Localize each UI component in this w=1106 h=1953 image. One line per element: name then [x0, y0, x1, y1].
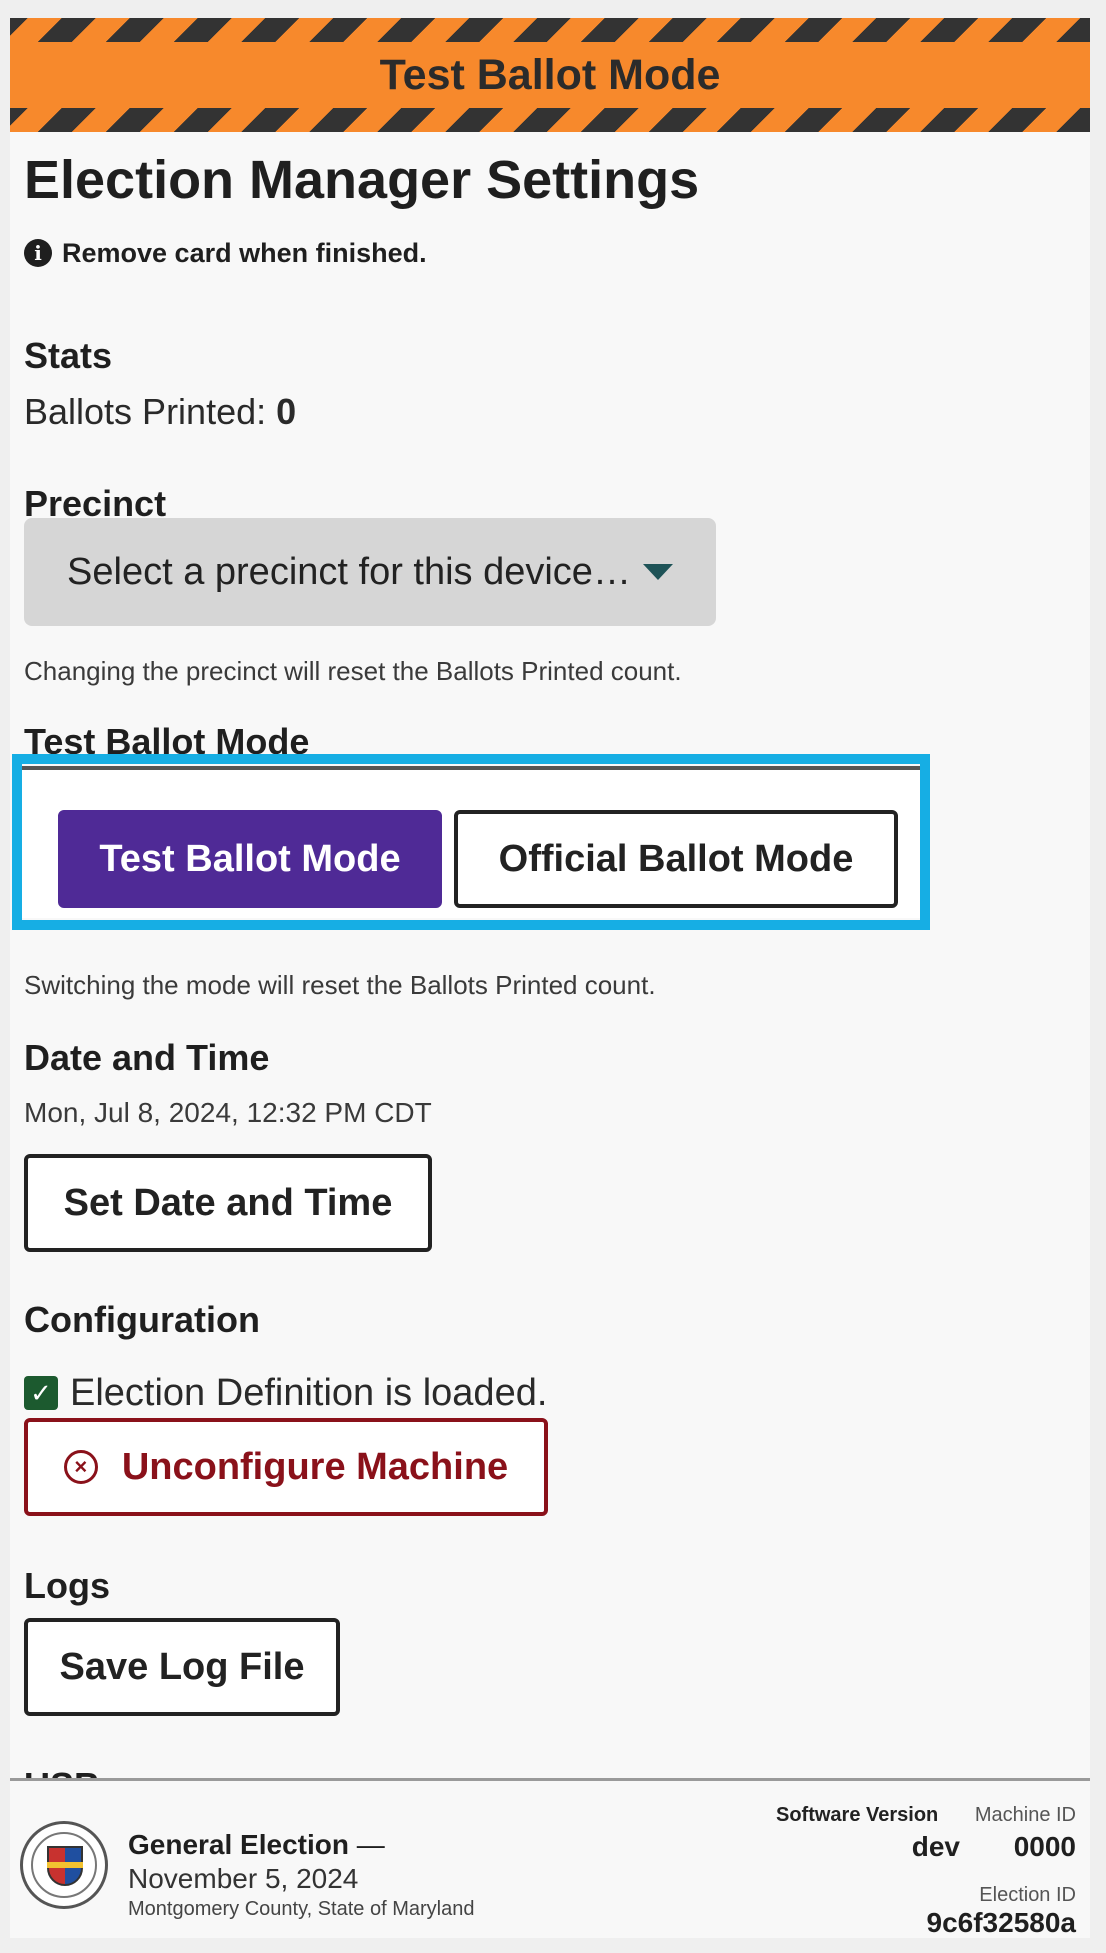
current-datetime: Mon, Jul 8, 2024, 12:32 PM CDT	[24, 1097, 432, 1128]
county-seal-icon	[20, 1821, 108, 1909]
election-info-footer: General Election — November 5, 2024 Mont…	[10, 1778, 1090, 1938]
ballots-printed-label: Ballots Printed:	[24, 391, 267, 432]
machine-id: 0000	[1013, 1831, 1076, 1862]
unconfigure-machine-button[interactable]: × Unconfigure Machine	[24, 1418, 548, 1516]
set-date-time-button[interactable]: Set Date and Time	[24, 1154, 432, 1252]
election-id: 9c6f32580a	[926, 1907, 1076, 1938]
test-ballot-mode-button[interactable]: Test Ballot Mode	[58, 810, 442, 908]
page-title: Election Manager Settings	[24, 150, 700, 210]
ballots-printed-value: 0	[276, 391, 297, 432]
checkbox-checked-icon: ✓	[24, 1376, 58, 1410]
banner-title: Test Ballot Mode	[379, 51, 721, 99]
configuration-status: Election Definition is loaded.	[70, 1372, 548, 1414]
info-icon: i	[24, 239, 52, 267]
stats-heading: Stats	[24, 335, 113, 376]
election-separator: —	[356, 1829, 385, 1860]
precinct-select-value: Select a precinct for this device…	[67, 550, 631, 593]
ballots-printed: Ballots Printed: 0	[24, 390, 296, 434]
election-title: General Election —	[128, 1829, 385, 1861]
app-window: Test Ballot Mode Election Manager Settin…	[10, 18, 1090, 1938]
machine-id-label: Machine ID	[974, 1804, 1076, 1826]
datetime-heading: Date and Time	[24, 1037, 270, 1078]
circle-x-icon: ×	[63, 1450, 98, 1484]
banner-stripes-top	[10, 18, 1090, 42]
software-version-label: Software Version	[776, 1804, 939, 1826]
card-note-text: Remove card when finished.	[62, 238, 427, 268]
election-name: General Election	[128, 1829, 349, 1860]
precinct-hint: Changing the precinct will reset the Bal…	[24, 656, 682, 686]
banner-stripes-bottom	[10, 108, 1090, 132]
election-date: November 5, 2024	[128, 1863, 359, 1894]
ballot-mode-hint: Switching the mode will reset the Ballot…	[24, 970, 656, 1000]
test-mode-banner: Test Ballot Mode	[10, 18, 1090, 132]
official-ballot-mode-button[interactable]: Official Ballot Mode	[454, 810, 898, 908]
dropdown-caret-icon	[642, 564, 673, 580]
unconfigure-label: Unconfigure Machine	[121, 1445, 509, 1488]
software-version: dev	[911, 1831, 960, 1862]
save-log-file-button[interactable]: Save Log File	[24, 1618, 340, 1716]
card-note: i Remove card when finished.	[24, 236, 427, 270]
election-id-label: Election ID	[979, 1884, 1076, 1906]
election-county: Montgomery County, State of Maryland	[128, 1898, 475, 1920]
logs-heading: Logs	[24, 1565, 110, 1606]
precinct-select[interactable]: Select a precinct for this device…	[24, 518, 716, 626]
configuration-heading: Configuration	[24, 1299, 260, 1340]
